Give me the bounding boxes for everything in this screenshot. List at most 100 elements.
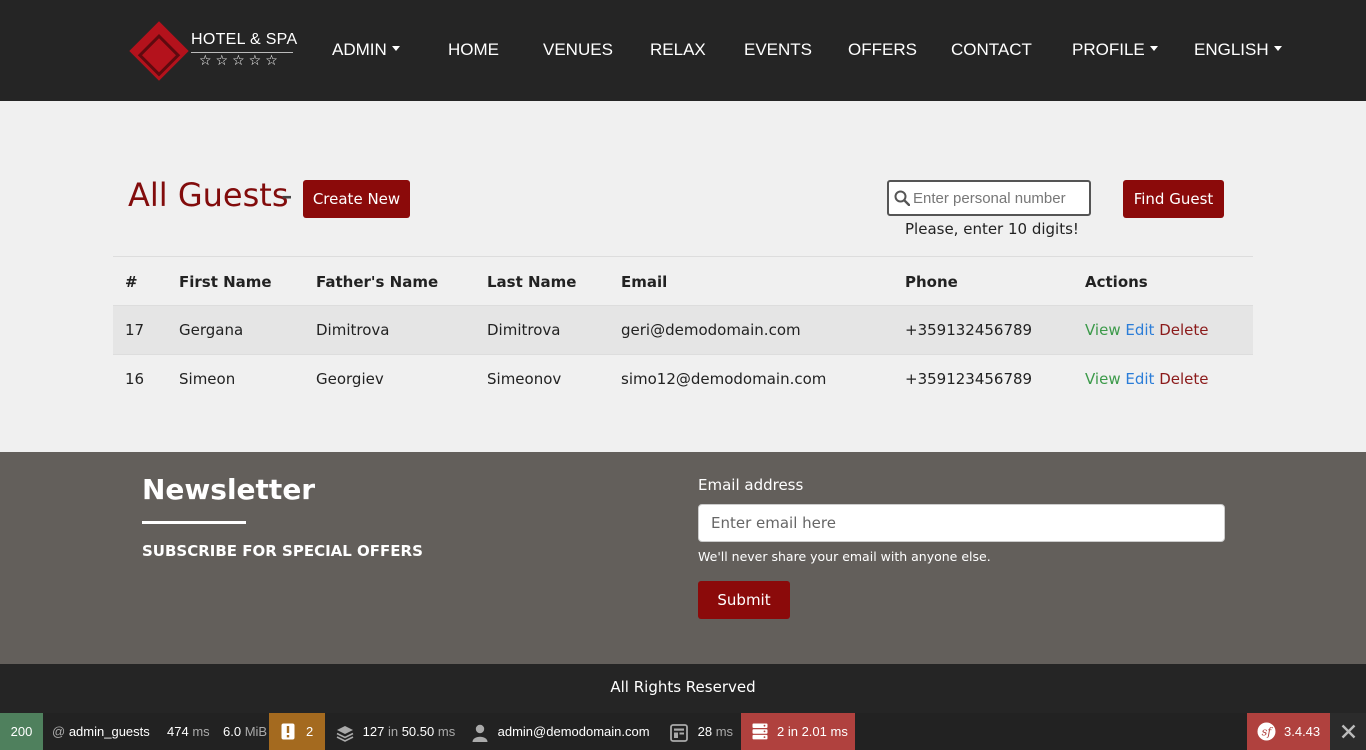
user-segment[interactable]: admin@demodomain.com <box>472 713 650 750</box>
nav-admin[interactable]: ADMIN <box>332 40 400 60</box>
col-father-name-header: Father's Name <box>316 273 439 291</box>
status-code-badge[interactable]: 200 <box>0 713 43 750</box>
newsletter-section: Newsletter SUBSCRIBE FOR SPECIAL OFFERS … <box>0 452 1366 664</box>
personal-number-input[interactable] <box>913 182 1089 214</box>
table-top-border <box>113 256 1253 257</box>
memory-segment[interactable]: 6.0 MiB <box>223 713 267 750</box>
view-link[interactable]: View <box>1085 370 1121 388</box>
cell-first-name: Simeon <box>179 370 236 388</box>
user-email: admin@demodomain.com <box>497 724 650 739</box>
close-toolbar-button[interactable] <box>1330 713 1366 750</box>
twig-segment[interactable]: 28 ms <box>670 713 733 750</box>
cell-id: 16 <box>125 370 145 388</box>
page-title: All Guests <box>128 176 289 214</box>
route-prefix: @ <box>52 724 66 739</box>
cache-in: in <box>387 724 399 739</box>
cell-father-name: Georgiev <box>316 370 384 388</box>
twig-unit: ms <box>715 724 734 739</box>
nav-language[interactable]: ENGLISH <box>1194 40 1282 60</box>
cell-last-name: Dimitrova <box>487 321 561 339</box>
cell-father-name: Dimitrova <box>316 321 390 339</box>
nav-events[interactable]: EVENTS <box>744 40 812 60</box>
database-segment[interactable]: 2 in 2.01 ms <box>741 713 855 750</box>
edit-link[interactable]: Edit <box>1125 321 1154 339</box>
cell-email: simo12@demodomain.com <box>621 370 827 388</box>
create-new-button[interactable]: Create New <box>303 180 410 218</box>
route-segment[interactable]: @ admin_guests <box>52 713 150 750</box>
symfony-logo-icon: sf <box>1257 722 1276 741</box>
table-row: 16 Simeon Georgiev Simeonov simo12@demod… <box>113 354 1253 403</box>
template-icon <box>670 723 688 742</box>
nav-relax[interactable]: RELAX <box>650 40 706 60</box>
logo-text: HOTEL & SPA <box>191 31 298 48</box>
request-time-unit: ms <box>192 724 210 739</box>
newsletter-title: Newsletter <box>142 473 316 506</box>
search-hint: Please, enter 10 digits! <box>905 220 1079 238</box>
col-phone-header: Phone <box>905 273 958 291</box>
cache-time: 50.50 <box>401 724 435 739</box>
cell-first-name: Gergana <box>179 321 244 339</box>
warning-log-icon <box>281 723 295 740</box>
db-queries: 2 in 2.01 ms <box>777 724 848 739</box>
newsletter-underline <box>142 521 246 524</box>
cell-phone: +359132456789 <box>905 321 1033 339</box>
nav-profile[interactable]: PROFILE <box>1072 40 1158 60</box>
view-link[interactable]: View <box>1085 321 1121 339</box>
email-help-text: We'll never share your email with anyone… <box>698 549 991 564</box>
nav-venues[interactable]: VENUES <box>543 40 613 60</box>
caret-down-icon <box>1149 46 1158 51</box>
twig-time: 28 <box>697 724 713 739</box>
close-icon <box>1341 724 1356 739</box>
request-time-segment[interactable]: 474 ms <box>167 713 210 750</box>
cache-segment[interactable]: 127 in 50.50 ms <box>336 713 455 750</box>
memory-unit: MiB <box>244 724 268 739</box>
cell-phone: +359123456789 <box>905 370 1033 388</box>
cache-unit: ms <box>437 724 456 739</box>
footer: All Rights Reserved <box>0 664 1366 713</box>
logo-stars: ☆☆☆☆☆ <box>199 53 282 69</box>
find-guest-button[interactable]: Find Guest <box>1123 180 1224 218</box>
col-actions-header: Actions <box>1085 273 1148 291</box>
cell-last-name: Simeonov <box>487 370 562 388</box>
symfony-version-segment[interactable]: sf 3.4.43 <box>1247 713 1330 750</box>
col-email-header: Email <box>621 273 668 291</box>
nav-home[interactable]: HOME <box>448 40 499 60</box>
cache-count: 127 <box>362 724 385 739</box>
newsletter-submit-button[interactable]: Submit <box>698 581 790 619</box>
user-icon <box>472 724 488 742</box>
debug-toolbar: 200 @ admin_guests 474 ms 6.0 MiB 2 127 … <box>0 713 1366 750</box>
logs-count: 2 <box>306 724 314 739</box>
newsletter-subtitle: SUBSCRIBE FOR SPECIAL OFFERS <box>142 542 423 560</box>
search-icon <box>894 190 910 206</box>
cell-actions: View Edit Delete <box>1085 370 1209 388</box>
logs-segment[interactable]: 2 <box>269 713 325 750</box>
edit-link[interactable]: Edit <box>1125 370 1154 388</box>
cell-id: 17 <box>125 321 145 339</box>
database-icon <box>752 723 768 740</box>
newsletter-email-input[interactable] <box>698 504 1225 542</box>
nav-contact[interactable]: CONTACT <box>951 40 1032 60</box>
delete-link[interactable]: Delete <box>1159 370 1208 388</box>
route-name: admin_guests <box>68 724 150 739</box>
email-label: Email address <box>698 476 804 494</box>
title-separator: - <box>281 176 293 214</box>
cell-actions: View Edit Delete <box>1085 321 1209 339</box>
memory-value: 6.0 <box>223 724 242 739</box>
request-time: 474 <box>167 724 189 739</box>
table-row: 17 Gergana Dimitrova Dimitrova geri@demo… <box>113 305 1253 354</box>
hotel-logo[interactable]: HOTEL & SPA ☆☆☆☆☆ <box>129 21 299 81</box>
personal-number-search <box>887 180 1091 216</box>
layers-icon <box>336 725 354 742</box>
symfony-version: 3.4.43 <box>1284 724 1321 739</box>
nav-offers[interactable]: OFFERS <box>848 40 917 60</box>
delete-link[interactable]: Delete <box>1159 321 1208 339</box>
logo-emblem-icon <box>129 21 189 81</box>
col-last-name-header: Last Name <box>487 273 577 291</box>
col-id-header: # <box>125 273 138 291</box>
footer-text: All Rights Reserved <box>610 678 756 696</box>
col-first-name-header: First Name <box>179 273 272 291</box>
top-navbar: HOTEL & SPA ☆☆☆☆☆ ADMIN HOME VENUES RELA… <box>0 0 1366 101</box>
cell-email: geri@demodomain.com <box>621 321 801 339</box>
caret-down-icon <box>1273 46 1282 51</box>
caret-down-icon <box>391 46 400 51</box>
